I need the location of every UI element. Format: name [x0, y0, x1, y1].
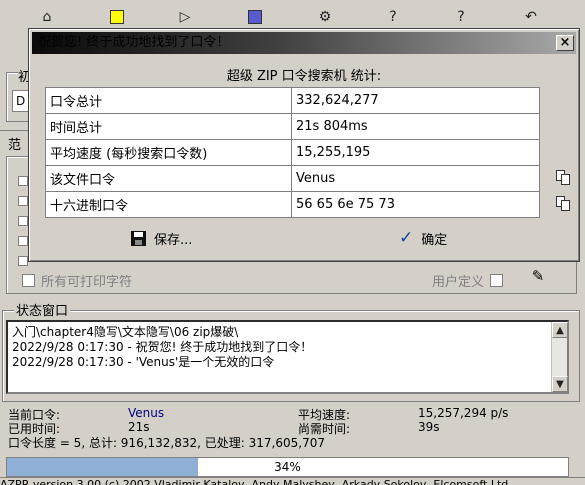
stats-table: 口令总计 332,624,277 时间总计 21s 804ms 平均速度 (每秒…: [45, 87, 540, 218]
progress-percent: 34%: [274, 460, 301, 474]
success-dialog: 祝贺您! 终于成功地找到了口令！ × 超级 ZIP 口令搜索机 统计: 口令总计…: [28, 28, 580, 262]
scroll-up-icon[interactable]: ▲: [552, 322, 568, 338]
progress-bar: 34%: [6, 457, 569, 477]
user-defined-option[interactable]: 用户定义: [432, 271, 504, 290]
play-icon[interactable]: ▷: [176, 8, 194, 26]
option-checkbox[interactable]: [18, 216, 28, 226]
stat-label: 口令总计: [45, 87, 292, 114]
ok-button-label: 确定: [421, 232, 448, 248]
printable-chars-label: 所有可打印字符: [41, 275, 133, 290]
stat-value: Venus: [291, 165, 540, 192]
status-window-title: 状态窗口: [14, 300, 71, 319]
current-password-value: Venus: [128, 406, 165, 420]
stat-value: 332,624,277: [291, 87, 540, 114]
user-defined-label: 用户定义: [432, 275, 485, 290]
log-line: 入门\chapter4隐写\文本隐写\06 zip爆破\: [12, 325, 239, 339]
printable-chars-checkbox[interactable]: [22, 274, 35, 287]
option-checkbox[interactable]: [18, 176, 28, 186]
status-bar: AZPR version 3.00 (c) 2002 Vladimir Kata…: [0, 477, 585, 485]
dialog-heading: 超级 ZIP 口令搜索机 统计:: [226, 69, 382, 84]
printable-chars-option[interactable]: 所有可打印字符: [22, 271, 132, 290]
range-tab-fragment[interactable]: 范: [8, 134, 21, 153]
dialog-title: 祝贺您! 终于成功地找到了口令！: [38, 35, 230, 50]
stat-label: 时间总计: [45, 113, 292, 140]
table-row: 十六进制口令 56 65 6e 75 73: [45, 191, 540, 218]
stat-value: 56 65 6e 75 73: [291, 191, 540, 218]
stat-label: 平均速度 (每秒搜索口令数): [45, 139, 292, 166]
exit-icon[interactable]: ↶: [522, 8, 540, 26]
stat-value: 21s 804ms: [291, 113, 540, 140]
ok-button[interactable]: ✓ 确定: [399, 225, 447, 251]
close-button[interactable]: ×: [556, 35, 574, 51]
log-line: 2022/9/28 0:17:30 - 'Venus'是一个无效的口令: [12, 355, 275, 369]
settings-icon[interactable]: ⚙: [316, 8, 334, 26]
user-defined-checkbox[interactable]: [490, 274, 504, 287]
table-row: 该文件口令 Venus: [45, 165, 540, 192]
log-scrollbar[interactable]: ▲ ▼: [551, 322, 568, 392]
toolbar: ⌂ ▷ ⚙ ? ? ↶: [0, 0, 585, 30]
scroll-down-icon[interactable]: ▼: [552, 376, 568, 392]
log-box[interactable]: 入门\chapter4隐写\文本隐写\06 zip爆破\ 2022/9/28 0…: [6, 320, 569, 394]
password-length-line: 口令长度 = 5, 总计: 916,132,832, 已处理: 317,605,…: [8, 436, 325, 450]
stat-label: 该文件口令: [45, 165, 292, 192]
save-button-label: 保存...: [154, 232, 193, 248]
avg-speed-value: 15,257,294 p/s: [418, 406, 509, 420]
about-icon[interactable]: ?: [452, 8, 470, 26]
copy-hex-icon[interactable]: [556, 196, 572, 212]
stat-value: 15,255,195: [291, 139, 540, 166]
stat-label: 十六进制口令: [45, 191, 292, 218]
help-icon[interactable]: ?: [384, 8, 402, 26]
log-line: 2022/9/28 0:17:30 - 祝贺您! 终于成功地找到了口令！: [12, 340, 313, 354]
floppy-icon: [131, 230, 146, 246]
option-checkbox[interactable]: [18, 256, 28, 266]
dialog-titlebar[interactable]: 祝贺您! 终于成功地找到了口令！ ×: [32, 32, 576, 54]
elapsed-value: 21s: [128, 420, 150, 434]
table-row: 口令总计 332,624,277: [45, 87, 540, 114]
remaining-value: 39s: [418, 420, 440, 434]
table-row: 平均速度 (每秒搜索口令数) 15,255,195: [45, 139, 540, 166]
option-checkbox[interactable]: [18, 196, 28, 206]
save-button[interactable]: 保存...: [131, 225, 192, 251]
stop-icon[interactable]: [246, 8, 264, 26]
option-checkbox[interactable]: [18, 236, 28, 246]
copy-password-icon[interactable]: [556, 170, 572, 186]
charset-edit-icon[interactable]: ✎: [528, 266, 548, 286]
open-icon[interactable]: ⌂: [38, 8, 56, 26]
checkmark-icon: ✓: [399, 228, 414, 248]
table-row: 时间总计 21s 804ms: [45, 113, 540, 140]
save-icon[interactable]: [108, 8, 126, 26]
